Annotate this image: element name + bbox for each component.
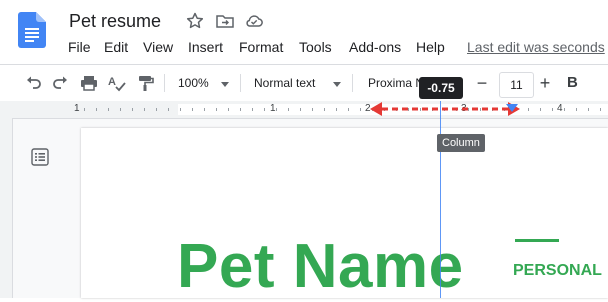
ruler-tick	[144, 108, 145, 111]
document-outline-icon[interactable]	[31, 148, 49, 166]
document-heading[interactable]: Pet Name	[177, 231, 464, 302]
menu-format[interactable]: Format	[239, 39, 283, 55]
menu-add-ons[interactable]: Add-ons	[349, 39, 401, 55]
bold-button[interactable]: B	[567, 74, 578, 91]
menu-edit[interactable]: Edit	[104, 39, 128, 55]
ruler-tick	[348, 108, 349, 111]
ruler-tick	[228, 108, 229, 111]
last-edit-link[interactable]: Last edit was seconds	[467, 39, 605, 55]
column-tooltip: Column	[437, 134, 485, 152]
ruler-tick	[252, 108, 253, 111]
font-select[interactable]: Proxima N	[368, 76, 424, 90]
star-icon[interactable]	[185, 11, 205, 31]
ruler-tick	[84, 108, 85, 111]
ruler-tick	[540, 108, 541, 111]
document-title[interactable]: Pet resume	[69, 11, 161, 32]
ruler-tick	[288, 108, 289, 111]
undo-icon[interactable]	[22, 72, 44, 94]
style-caret-icon[interactable]	[333, 82, 341, 87]
ruler-number: 1	[74, 103, 80, 114]
decrease-font-size-button[interactable]: −	[470, 72, 494, 96]
paint-format-icon[interactable]	[134, 72, 156, 94]
ruler-tick	[600, 108, 601, 111]
menu-view[interactable]: View	[143, 39, 173, 55]
ruler-tick	[588, 108, 589, 111]
zoom-caret-icon[interactable]	[221, 82, 229, 87]
ruler-tick	[216, 108, 217, 111]
move-folder-icon[interactable]	[215, 11, 235, 31]
menu-insert[interactable]: Insert	[188, 39, 223, 55]
ruler-tick	[552, 108, 553, 111]
ruler-tick	[528, 108, 529, 111]
ruler-tick	[132, 108, 133, 111]
svg-text:A: A	[108, 76, 116, 88]
ruler-tick	[204, 108, 205, 111]
ruler-tick	[336, 108, 337, 111]
ruler-tick	[96, 108, 97, 111]
ruler-tick	[576, 108, 577, 111]
drag-arrow-icon	[370, 102, 520, 116]
toolbar-divider	[240, 74, 241, 92]
ruler-tick	[264, 108, 265, 111]
font-size-value: 11	[510, 78, 523, 92]
font-size-input[interactable]: 11	[499, 72, 534, 98]
ruler-tick	[360, 108, 361, 111]
cloud-icon[interactable]	[244, 11, 264, 31]
ruler-tick	[180, 108, 181, 111]
google-docs-icon[interactable]	[18, 12, 46, 48]
redo-icon[interactable]	[50, 72, 72, 94]
print-icon[interactable]	[78, 72, 100, 94]
zoom-select[interactable]: 100%	[178, 76, 209, 90]
ruler-tick	[300, 108, 301, 111]
column-guide-line	[440, 101, 441, 298]
spellcheck-icon[interactable]: A	[106, 72, 128, 94]
ruler-tick	[312, 108, 313, 111]
ruler-value-tooltip: -0.75	[419, 77, 463, 99]
paragraph-style-select[interactable]: Normal text	[254, 76, 315, 90]
ruler-number: 4	[557, 103, 563, 114]
accent-divider	[515, 239, 559, 242]
toolbar-divider	[164, 74, 165, 92]
ruler-tick	[168, 108, 169, 111]
ruler-tick	[192, 108, 193, 111]
vertical-ruler[interactable]	[0, 118, 13, 298]
column-marker-icon[interactable]	[506, 104, 518, 112]
ruler-tick	[564, 108, 565, 111]
ruler-tick	[276, 108, 277, 111]
ruler-tick	[240, 108, 241, 111]
menu-file[interactable]: File	[68, 39, 91, 55]
increase-font-size-button[interactable]: +	[533, 72, 557, 96]
menu-help[interactable]: Help	[416, 39, 445, 55]
ruler-tick	[108, 108, 109, 111]
menu-tools[interactable]: Tools	[299, 39, 332, 55]
ruler-number: 1	[270, 103, 276, 114]
ruler-tick	[324, 108, 325, 111]
ruler-tick	[120, 108, 121, 111]
toolbar-divider	[352, 74, 353, 92]
ruler-tick	[156, 108, 157, 111]
section-heading[interactable]: PERSONAL	[513, 262, 602, 280]
